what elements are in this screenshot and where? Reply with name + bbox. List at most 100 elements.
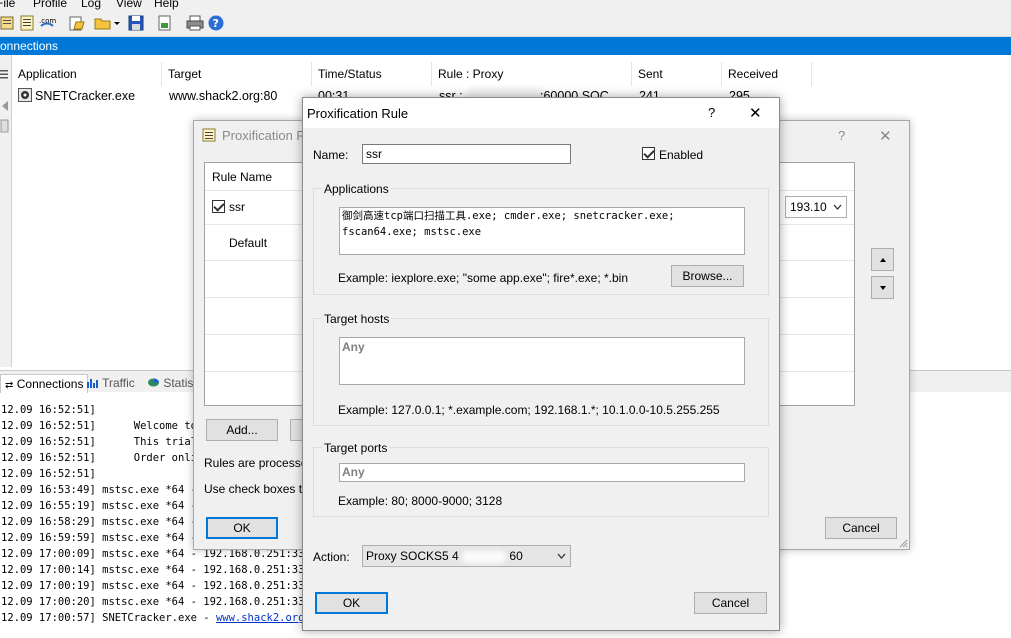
applications-input[interactable]: 御剑高速tcp端口扫描工具.exe; cmder.exe; snetcracke…	[339, 207, 745, 255]
log-line: 12.09 16:52:51] This trial v	[1, 436, 210, 448]
log-line: 12.09 16:53:49] mstsc.exe *64 -	[1, 484, 197, 496]
log-line: 12.09 17:00:20] mstsc.exe *64 - 192.168.…	[1, 596, 318, 608]
dns-icon[interactable]: .com	[38, 14, 56, 32]
log-line: 12.09 16:59:59] mstsc.exe *64 -	[1, 532, 197, 544]
name-input[interactable]: ssr	[362, 144, 571, 164]
tab-statistics-label: Statist	[163, 376, 197, 390]
log-line: 12.09 16:52:51]	[1, 468, 96, 480]
action-value-part-1: Proxy SOCKS5 4	[366, 549, 459, 563]
resize-grip-icon[interactable]	[898, 538, 908, 548]
chevron-down-icon	[557, 553, 566, 559]
svg-text:?: ?	[213, 17, 219, 30]
document-icon[interactable]	[0, 119, 10, 133]
rule-ssr-proxy-select[interactable]: 193.10	[785, 196, 847, 218]
target-ports-example: Example: 80; 8000-9000; 3128	[338, 494, 503, 508]
target-hosts-label: Target hosts	[322, 312, 392, 326]
move-down-button[interactable]	[871, 276, 894, 299]
arrow-up-icon	[879, 258, 886, 262]
enabled-checkbox[interactable]	[642, 147, 655, 160]
log-line: 12.09 17:00:19] mstsc.exe *64 - 192.168.…	[1, 580, 318, 592]
rule-ssr-checkbox[interactable]	[212, 200, 225, 213]
help-icon[interactable]: ?	[207, 14, 225, 32]
action-select[interactable]: Proxy SOCKS5 4 60	[362, 545, 571, 567]
menu-help[interactable]: Help	[154, 0, 179, 10]
rule-ok-button[interactable]: OK	[315, 592, 388, 614]
applications-label: Applications	[322, 182, 391, 196]
new-profile-icon[interactable]	[0, 14, 18, 32]
list-icon[interactable]	[0, 68, 10, 80]
chart-icon	[87, 379, 98, 388]
applications-line-1: 御剑高速tcp端口扫描工具.exe; cmder.exe; snetcracke…	[342, 210, 675, 222]
menu-file[interactable]: File	[0, 0, 15, 10]
menu-view[interactable]: View	[116, 0, 142, 10]
rules-icon[interactable]	[18, 14, 36, 32]
target-ports-group: Target ports Any Example: 80; 8000-9000;…	[313, 441, 769, 517]
rules-dialog-icon	[202, 128, 216, 142]
rules-close-button[interactable]: ✕	[879, 127, 892, 145]
redaction-blur	[462, 550, 507, 563]
rules-help-button[interactable]: ?	[838, 128, 845, 143]
column-rule-name[interactable]: Rule Name	[212, 170, 272, 184]
browse-button[interactable]: Browse...	[671, 265, 744, 287]
rules-cancel-button[interactable]: Cancel	[825, 517, 897, 539]
arrow-left-icon[interactable]	[0, 100, 10, 112]
menu-bar: File Profile Log View Help	[0, 0, 1011, 10]
column-rule-proxy[interactable]: Rule : Proxy	[432, 62, 632, 86]
log-line: 12.09 16:52:51] Order online	[1, 452, 210, 464]
column-received[interactable]: Received	[722, 62, 812, 86]
column-target[interactable]: Target	[162, 62, 312, 86]
chevron-down-icon	[833, 204, 842, 210]
export-icon[interactable]	[156, 14, 174, 32]
log-line-last: 12.09 17:00:57] SNETCracker.exe - www.sh…	[1, 612, 323, 624]
log-line: 12.09 16:52:51] Welcome to P	[1, 420, 210, 432]
add-rule-button[interactable]: Add...	[206, 419, 278, 441]
target-hosts-input[interactable]: Any	[339, 337, 745, 385]
rule-ssr-proxy-value: 193.10	[790, 200, 827, 214]
log-last-prefix: 12.09 17:00:57] SNETCracker.exe -	[1, 612, 216, 624]
rules-ok-button[interactable]: OK	[206, 517, 278, 539]
log-line: 12.09 16:55:19] mstsc.exe *64 -	[1, 500, 197, 512]
open-profile-icon[interactable]	[68, 14, 86, 32]
side-toolbar	[0, 55, 12, 367]
column-time-status[interactable]: Time/Status	[312, 62, 432, 86]
column-application[interactable]: Application	[12, 62, 162, 86]
applications-line-2: fscan64.exe; mstsc.exe	[342, 226, 482, 238]
target-ports-input[interactable]: Any	[339, 463, 745, 482]
rule-ssr-name[interactable]: ssr	[229, 200, 245, 214]
move-up-button[interactable]	[871, 248, 894, 271]
log-line: 12.09 16:52:51]	[1, 404, 96, 416]
rule-close-button[interactable]: ✕	[749, 104, 762, 122]
name-input-value: ssr	[366, 147, 382, 161]
toolbar: .com ?	[0, 10, 1011, 37]
rules-dialog-title: Proxification R	[222, 128, 306, 143]
row-application[interactable]: SNETCracker.exe	[35, 88, 135, 104]
open-folder-icon[interactable]	[94, 14, 112, 32]
log-line: 12.09 17:00:14] mstsc.exe *64 - 192.168.…	[1, 564, 318, 576]
action-label: Action:	[313, 550, 350, 564]
target-ports-value: Any	[342, 465, 365, 479]
action-value-part-2: 60	[509, 549, 523, 563]
column-sent[interactable]: Sent	[632, 62, 722, 86]
tab-traffic[interactable]: Traffic	[82, 374, 139, 393]
target-hosts-example: Example: 127.0.0.1; *.example.com; 192.1…	[338, 403, 720, 417]
save-icon[interactable]	[127, 14, 145, 32]
menu-log[interactable]: Log	[81, 0, 101, 10]
target-hosts-value: Any	[342, 340, 365, 354]
row-target: www.shack2.org:80	[169, 89, 278, 103]
arrow-down-icon	[879, 286, 886, 290]
dropdown-arrow-icon[interactable]	[112, 14, 122, 32]
rule-help-button[interactable]: ?	[708, 105, 715, 120]
print-icon[interactable]	[186, 14, 204, 32]
connections-header: onnections	[0, 37, 1011, 55]
tab-connections[interactable]: ⇄ Connections	[0, 374, 89, 393]
menu-profile[interactable]: Profile	[33, 0, 67, 10]
rule-dialog-titlebar: Proxification Rule ? ✕	[303, 98, 779, 128]
rules-info-text: Rules are processed	[204, 456, 315, 470]
target-hosts-group: Target hosts Any Example: 127.0.0.1; *.e…	[313, 312, 769, 426]
tab-traffic-label: Traffic	[102, 376, 135, 390]
applications-group: Applications 御剑高速tcp端口扫描工具.exe; cmder.ex…	[313, 182, 769, 295]
rule-default-name[interactable]: Default	[229, 236, 267, 250]
tab-connections-label: Connections	[16, 377, 84, 391]
target-ports-label: Target ports	[322, 441, 390, 455]
rule-cancel-button[interactable]: Cancel	[694, 592, 767, 614]
